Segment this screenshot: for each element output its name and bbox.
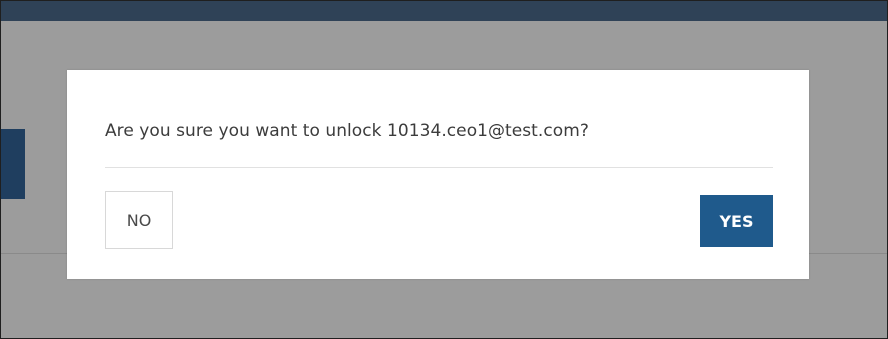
dialog-divider [105,167,773,168]
background-button-edge [1,129,25,199]
no-button[interactable]: NO [105,191,173,249]
yes-button[interactable]: YES [700,195,773,247]
dialog-message: Are you sure you want to unlock 10134.ce… [105,121,589,141]
top-navigation-bar [1,1,887,21]
app-window: Are you sure you want to unlock 10134.ce… [0,0,888,339]
confirm-unlock-dialog: Are you sure you want to unlock 10134.ce… [67,70,809,279]
